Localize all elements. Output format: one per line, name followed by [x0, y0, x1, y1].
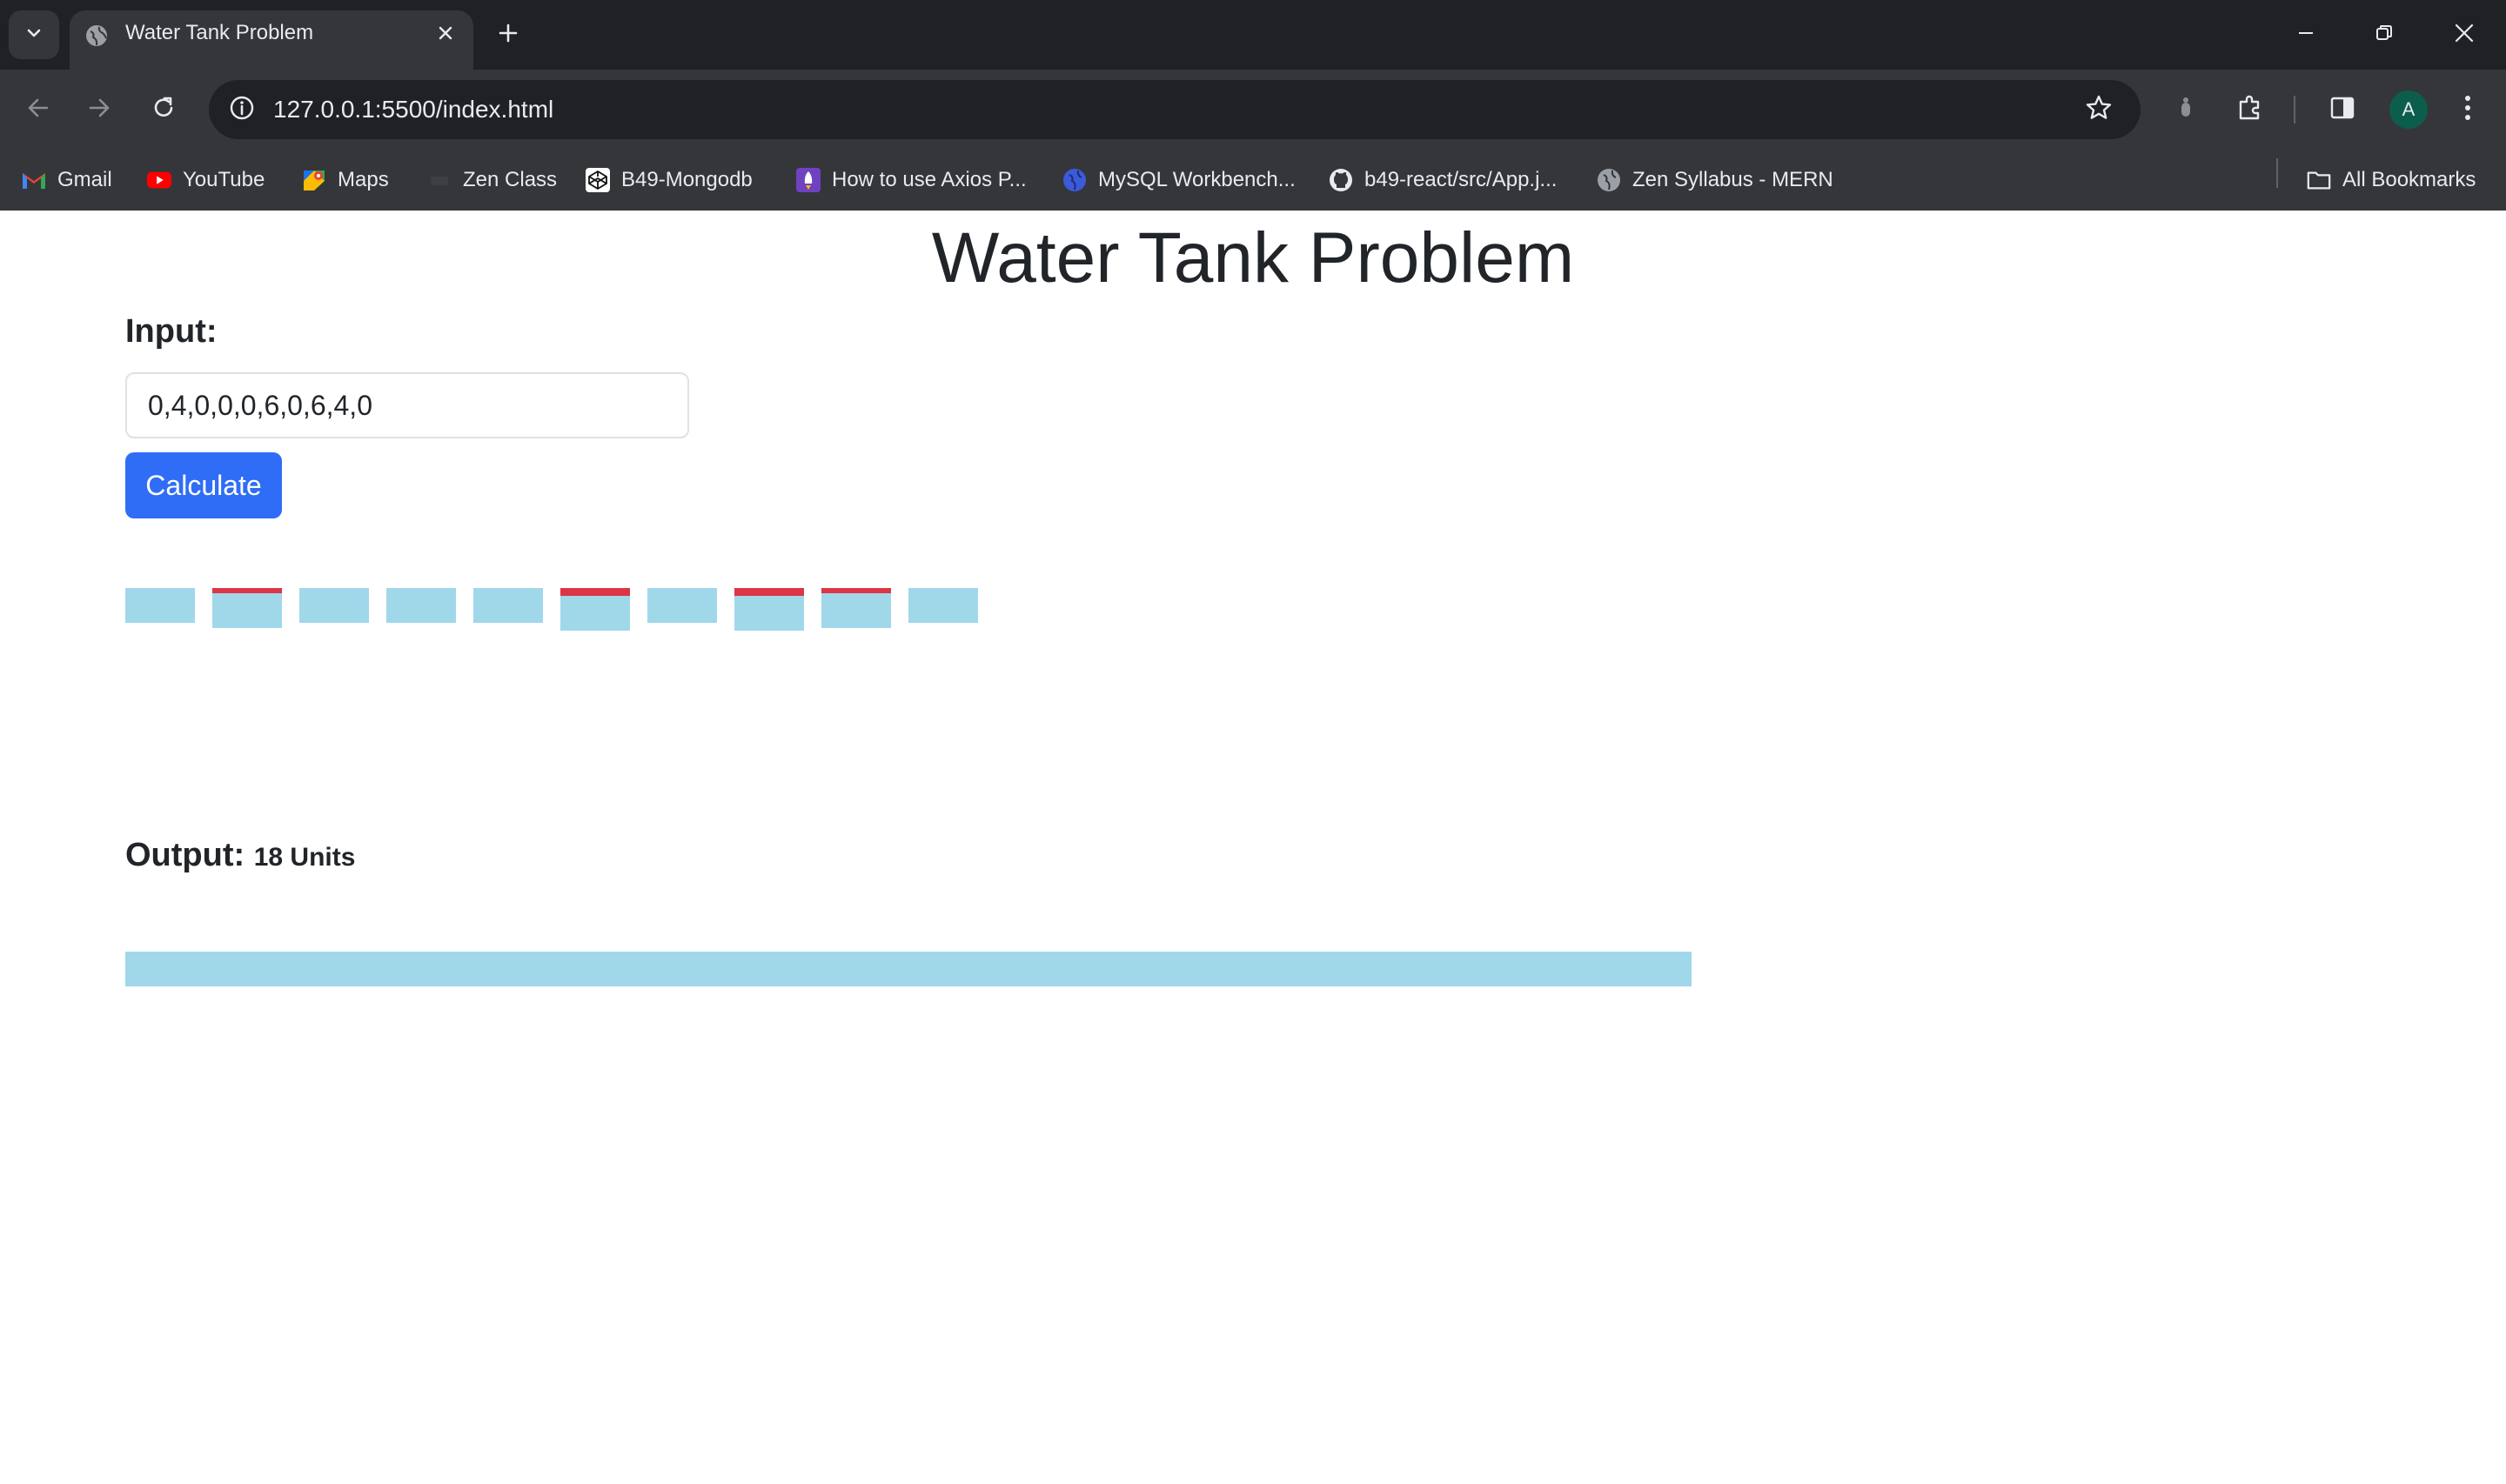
bookmark-maps[interactable]: Maps	[301, 162, 389, 198]
chrome-menu-button[interactable]	[2447, 89, 2489, 130]
codepen-icon	[585, 167, 611, 193]
bookmark-mysql-workbench[interactable]: MySQL Workbench...	[1062, 162, 1296, 198]
toolbar-divider	[2294, 96, 2295, 124]
page-content: Water Tank Problem Input: Calculate Outp…	[0, 211, 2506, 1482]
bookmark-label: B49-Mongodb	[621, 168, 753, 191]
tab-search-button[interactable]	[9, 10, 59, 59]
bookmark-label: Zen Class	[463, 168, 558, 191]
bookmark-label: How to use Axios P...	[832, 168, 1027, 191]
tank-block	[734, 588, 804, 596]
tank-water	[386, 588, 456, 623]
bookmark-youtube[interactable]: YouTube	[146, 162, 265, 198]
globe-icon	[84, 23, 110, 49]
close-window-button[interactable]	[2438, 9, 2490, 61]
page-title: Water Tank Problem	[931, 218, 1575, 297]
output-label: Output:	[125, 837, 245, 873]
bookmark-github-app[interactable]: b49-react/src/App.j...	[1328, 162, 1557, 198]
zen-class-icon	[426, 167, 452, 193]
side-panel-icon	[2328, 94, 2356, 126]
bookmark-zen-class[interactable]: Zen Class	[426, 162, 557, 198]
bookmark-axios[interactable]: How to use Axios P...	[795, 162, 1027, 198]
restore-button[interactable]	[2358, 9, 2410, 61]
profile-avatar[interactable]: A	[2389, 90, 2428, 129]
back-button[interactable]	[17, 89, 59, 130]
heights-input[interactable]	[125, 372, 689, 438]
new-tab-button[interactable]	[489, 16, 527, 54]
url-text: 127.0.0.1:5500/index.html	[273, 96, 554, 123]
extension-icon	[2175, 95, 2196, 125]
bookmark-label: Gmail	[57, 168, 112, 191]
close-icon	[2454, 23, 2475, 48]
youtube-icon	[146, 167, 172, 193]
chevron-down-icon	[24, 23, 44, 47]
tank-water	[299, 588, 369, 623]
extensions-menu-button[interactable]	[2229, 89, 2271, 130]
bookmark-zen-syllabus[interactable]: Zen Syllabus - MERN	[1596, 162, 1833, 198]
address-bar[interactable]: 127.0.0.1:5500/index.html	[209, 80, 2141, 139]
tank-water	[473, 588, 543, 623]
tank-water	[908, 588, 978, 623]
output-value: 18 Units	[253, 843, 356, 872]
browser-toolbar: 127.0.0.1:5500/index.html A	[0, 70, 2506, 150]
tab-title: Water Tank Problem	[125, 21, 314, 44]
close-icon	[437, 24, 454, 46]
input-label: Input:	[125, 313, 218, 350]
tank-block	[560, 588, 630, 596]
github-icon	[1328, 167, 1354, 193]
bookmark-label: Maps	[338, 168, 389, 191]
minimize-icon	[2296, 23, 2315, 47]
more-vertical-icon	[2463, 94, 2472, 126]
side-panel-button[interactable]	[2322, 89, 2363, 130]
tank-water	[560, 596, 630, 631]
site-info-button[interactable]	[221, 89, 263, 130]
extension-button[interactable]	[2165, 89, 2207, 130]
tank-water	[125, 588, 195, 623]
bookmarks-bar: Gmail YouTube Maps Zen Class B49-Mongodb…	[0, 150, 2506, 211]
arrow-right-icon	[86, 95, 112, 125]
maps-icon	[301, 167, 327, 193]
star-icon	[2085, 94, 2113, 126]
forward-button[interactable]	[78, 89, 120, 130]
tank-water	[821, 593, 891, 628]
bookmark-label: Zen Syllabus - MERN	[1632, 168, 1833, 191]
calculate-button[interactable]: Calculate	[125, 452, 282, 518]
plus-icon	[498, 23, 519, 48]
folder-icon	[2306, 167, 2332, 193]
tank-water	[647, 588, 717, 623]
water-output-bar	[125, 952, 1692, 986]
info-icon	[228, 94, 256, 126]
reload-button[interactable]	[143, 89, 184, 130]
arrow-left-icon	[25, 95, 51, 125]
bookmarks-divider	[2276, 158, 2278, 188]
tab-strip: Water Tank Problem	[0, 0, 2506, 70]
bookmark-label: YouTube	[183, 168, 265, 191]
all-bookmarks-button[interactable]: All Bookmarks	[2306, 162, 2476, 198]
bookmark-b49-mongodb[interactable]: B49-Mongodb	[585, 162, 753, 198]
bookmark-gmail[interactable]: Gmail	[21, 162, 112, 198]
bookmark-label: MySQL Workbench...	[1098, 168, 1296, 191]
tank-water	[734, 596, 804, 631]
bookmark-star-button[interactable]	[2078, 89, 2120, 130]
tank-water	[212, 593, 282, 628]
minimize-button[interactable]	[2280, 9, 2332, 61]
rocket-icon	[795, 167, 821, 193]
close-tab-button[interactable]	[430, 19, 461, 50]
globe-icon	[1596, 167, 1622, 193]
all-bookmarks-label: All Bookmarks	[2342, 168, 2476, 191]
reload-icon	[151, 95, 177, 125]
bookmark-label: b49-react/src/App.j...	[1364, 168, 1558, 191]
restore-icon	[2375, 23, 2394, 47]
output-row: Output: 18 Units	[125, 837, 355, 874]
puzzle-icon	[2235, 93, 2265, 127]
gmail-icon	[21, 167, 47, 193]
globe-icon	[1062, 167, 1088, 193]
